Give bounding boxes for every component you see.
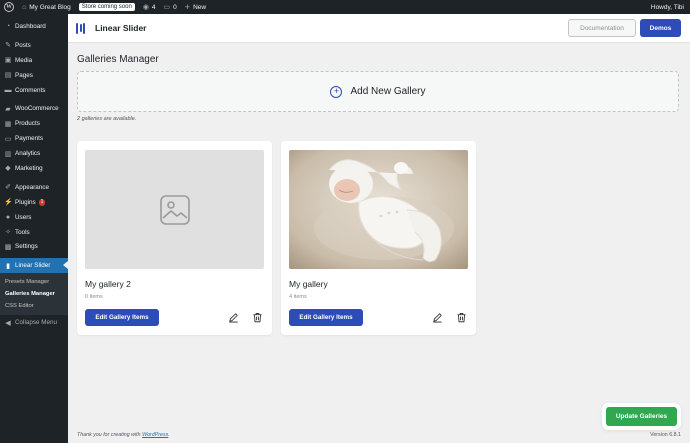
woo-icon: ▰ [5, 105, 11, 113]
slider-icon: ▮ [6, 262, 10, 270]
edit-gallery-items-button[interactable]: Edit Gallery Items [289, 309, 363, 326]
eye-icon: ◉ [142, 4, 149, 11]
trash-icon[interactable] [455, 311, 467, 323]
gallery-item-count: 0 items [85, 294, 103, 300]
edit-gallery-items-button[interactable]: Edit Gallery Items [85, 309, 159, 326]
sidebar-item-analytics[interactable]: ▥ Analytics [0, 146, 68, 161]
gallery-thumbnail-photo [289, 150, 468, 269]
marketing-icon: ◆ [5, 165, 11, 173]
media-icon: ▣ [4, 57, 12, 65]
update-galleries-button[interactable]: Update Galleries [606, 407, 677, 426]
analytics-icon: ▥ [4, 150, 12, 158]
pencil-icon[interactable] [227, 311, 239, 323]
home-icon: ⌂ [22, 3, 27, 11]
sidebar-item-comments[interactable]: ▬ Comments [0, 83, 68, 98]
trash-icon[interactable] [251, 311, 263, 323]
footer-thanks: Thank you for creating with WordPress. [77, 432, 170, 438]
site-name-link[interactable]: ⌂ My Great Blog [18, 0, 75, 14]
wordpress-logo-icon[interactable]: W [0, 0, 18, 14]
submenu-css-editor[interactable]: CSS Editor [0, 300, 68, 312]
settings-icon: ▩ [4, 243, 12, 251]
gallery-thumbnail-placeholder [85, 150, 264, 269]
admin-sidebar: ◔ Dashboard ✎ Posts ▣ Media ▤ Pages ▬ Comment… [0, 14, 68, 443]
pencil-icon[interactable] [431, 311, 443, 323]
comments-icon: ▬ [4, 86, 12, 94]
sidebar-item-linear-slider[interactable]: ▮ Linear Slider [0, 258, 68, 274]
linear-slider-submenu: Presets Manager Galleries Manager CSS Ed… [0, 273, 68, 316]
gallery-card: My gallery 4 items Edit Gallery Items [281, 141, 476, 335]
views-link[interactable]: ◉ 4 [139, 0, 160, 14]
wrench-icon: ✧ [5, 229, 11, 237]
sidebar-item-media[interactable]: ▣ Media [0, 53, 68, 68]
sidebar-item-dashboard[interactable]: ◔ Dashboard [0, 19, 68, 34]
plus-circle-icon: + [330, 85, 343, 98]
collapse-icon: ◀ [5, 319, 11, 327]
submenu-presets-manager[interactable]: Presets Manager [0, 276, 68, 288]
pin-icon: ✎ [5, 42, 11, 50]
new-content-link[interactable]: + New [181, 0, 210, 14]
page-title: Galleries Manager [77, 54, 159, 65]
users-icon: ● [5, 213, 11, 221]
plug-icon: ⚡ [4, 199, 13, 207]
sidebar-item-plugins[interactable]: ⚡ Plugins 1 [0, 195, 68, 210]
collapse-menu-button[interactable]: ◀ Collapse Menu [0, 315, 68, 330]
plugins-update-badge: 1 [38, 198, 46, 206]
documentation-button[interactable]: Documentation [568, 19, 636, 37]
image-placeholder-icon [159, 194, 190, 225]
wordpress-link[interactable]: WordPress [142, 432, 168, 438]
sidebar-item-settings[interactable]: ▩ Settings [0, 239, 68, 254]
sidebar-item-payments[interactable]: ▭ Payments [0, 131, 68, 146]
sidebar-item-woocommerce[interactable]: ▰ WooCommerce [0, 101, 68, 116]
sidebar-item-appearance[interactable]: ✐ Appearance [0, 180, 68, 195]
sidebar-item-marketing[interactable]: ◆ Marketing [0, 161, 68, 176]
plugin-header: Linear Slider Documentation Demos [68, 14, 690, 43]
linear-slider-logo-icon [76, 22, 85, 34]
products-icon: ▦ [4, 120, 12, 128]
user-greeting[interactable]: Howdy, Tibi [647, 0, 690, 14]
sidebar-item-tools[interactable]: ✧ Tools [0, 225, 68, 240]
brand-name: Linear Slider [95, 23, 147, 33]
payments-icon: ▭ [4, 135, 12, 143]
add-new-gallery-button[interactable]: + Add New Gallery [77, 71, 679, 112]
footer-version: Version 6.8.1 [650, 432, 681, 438]
store-status-badge[interactable]: Store coming soon [75, 0, 139, 14]
gallery-title: My gallery [289, 279, 328, 289]
comment-bubble-icon: ▭ [163, 4, 171, 11]
demos-button[interactable]: Demos [640, 19, 681, 37]
submenu-galleries-manager[interactable]: Galleries Manager [0, 288, 68, 300]
pages-icon: ▤ [4, 72, 12, 80]
sidebar-item-users[interactable]: ● Users [0, 210, 68, 225]
plus-icon: + [184, 2, 191, 12]
brush-icon: ✐ [5, 184, 11, 192]
admin-bar: W ⌂ My Great Blog Store coming soon ◉ 4 … [0, 0, 690, 14]
dashboard-icon: ◔ [5, 22, 11, 30]
gallery-item-count: 4 items [289, 294, 307, 300]
sidebar-item-products[interactable]: ▦ Products [0, 116, 68, 131]
comments-link[interactable]: ▭ 0 [160, 0, 181, 14]
sidebar-item-posts[interactable]: ✎ Posts [0, 38, 68, 53]
gallery-title: My gallery 2 [85, 279, 131, 289]
gallery-card: My gallery 2 0 items Edit Gallery Items [77, 141, 272, 335]
sidebar-item-pages[interactable]: ▤ Pages [0, 68, 68, 83]
galleries-count-note: 2 galleries are available. [77, 116, 137, 122]
